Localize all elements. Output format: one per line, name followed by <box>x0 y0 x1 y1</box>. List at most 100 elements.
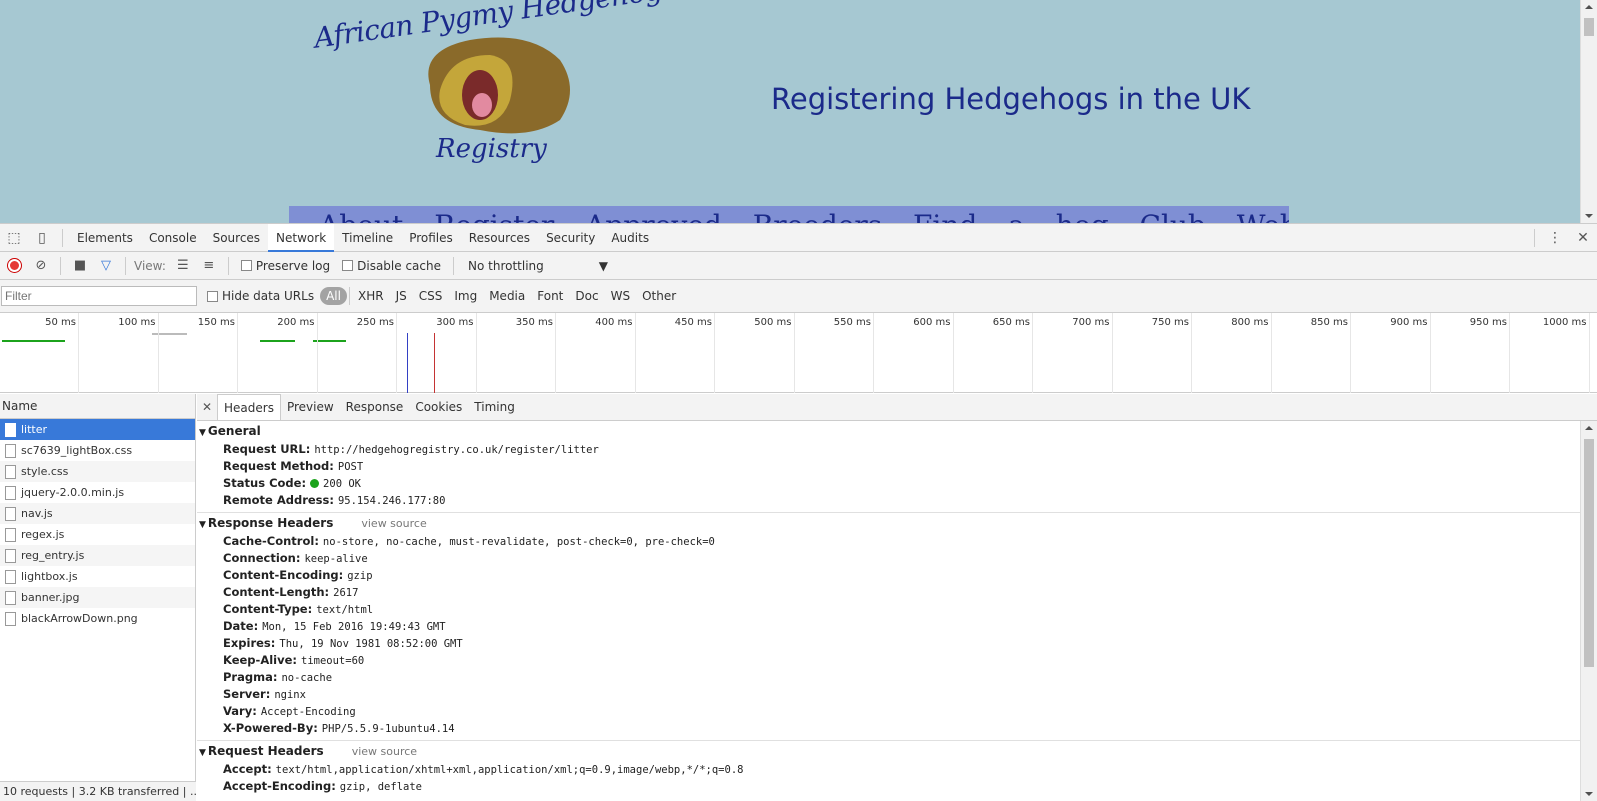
request-row[interactable]: lightbox.js <box>0 566 195 587</box>
throttling-select[interactable]: No throttling ▼ <box>468 259 608 273</box>
scroll-up-icon[interactable] <box>1585 426 1593 430</box>
headers-content: ▼ General Request URL: http://hedgehogregi… <box>197 421 1580 801</box>
filter-type-doc[interactable]: Doc <box>569 289 604 303</box>
detail-tab-cookies[interactable]: Cookies <box>409 394 468 420</box>
inspect-element-icon[interactable]: ⬚ <box>0 224 28 252</box>
scroll-down-icon[interactable] <box>1585 214 1593 218</box>
request-row[interactable]: style.css <box>0 461 195 482</box>
detail-tab-timing[interactable]: Timing <box>468 394 521 420</box>
checkbox-box[interactable] <box>207 290 218 302</box>
hedgehog-logo <box>428 37 570 134</box>
file-icon <box>5 485 16 500</box>
clear-icon[interactable]: ⊘ <box>28 258 54 273</box>
site-nav-bar[interactable]: About Register Approved Breeders Find a … <box>289 206 1289 223</box>
filter-type-ws[interactable]: WS <box>605 289 636 303</box>
scroll-up-icon[interactable] <box>1585 5 1593 9</box>
checkbox-box[interactable] <box>240 260 252 271</box>
request-header-rows: Accept: text/html,application/xhtml+xml,a… <box>197 761 1580 795</box>
preserve-log-checkbox[interactable]: Preserve log <box>240 259 330 273</box>
timeline-tick-label: 850 ms <box>1310 317 1348 328</box>
tab-timeline[interactable]: Timeline <box>334 224 401 252</box>
large-rows-icon[interactable]: ☰ <box>170 258 196 273</box>
request-summary: 10 requests | 3.2 KB transferred | ... <box>0 781 196 801</box>
filter-input[interactable] <box>1 286 197 306</box>
tab-resources[interactable]: Resources <box>461 224 538 252</box>
tab-profiles[interactable]: Profiles <box>401 224 461 252</box>
filter-type-other[interactable]: Other <box>636 289 682 303</box>
header-row: Server: nginx <box>197 686 1580 703</box>
request-row[interactable]: jquery-2.0.0.min.js <box>0 482 195 503</box>
capture-screenshots-icon[interactable]: ■ <box>67 258 93 273</box>
hide-data-urls-checkbox[interactable]: Hide data URLs <box>207 289 314 303</box>
request-row[interactable]: regex.js <box>0 524 195 545</box>
tab-audits[interactable]: Audits <box>603 224 657 252</box>
timeline-tick-label: 950 ms <box>1469 317 1507 328</box>
detail-scrollbar[interactable] <box>1580 421 1597 801</box>
request-row[interactable]: banner.jpg <box>0 587 195 608</box>
divider <box>1534 229 1535 247</box>
header-key: Vary: <box>223 704 257 718</box>
device-mode-icon[interactable]: ▯ <box>28 224 56 252</box>
request-row[interactable]: litter <box>0 419 195 440</box>
disable-cache-label: Disable cache <box>357 258 441 273</box>
detail-tab-preview[interactable]: Preview <box>281 394 340 420</box>
scrollbar-thumb[interactable] <box>1584 18 1594 36</box>
request-rows: litter sc7639_lightBox.css style.css jquery… <box>0 419 195 629</box>
filter-type-js[interactable]: JS <box>390 289 413 303</box>
response-headers-toggle[interactable]: ▼ Response Headers view source <box>197 513 1580 533</box>
request-row[interactable]: sc7639_lightBox.css <box>0 440 195 461</box>
scrollbar-thumb[interactable] <box>1584 439 1594 667</box>
filter-type-media[interactable]: Media <box>483 289 531 303</box>
load-event-marker <box>434 333 435 393</box>
detail-tab-response[interactable]: Response <box>340 394 410 420</box>
header-key: Content-Encoding: <box>223 568 344 582</box>
response-view-source-link[interactable]: view source <box>361 517 426 530</box>
triangle-down-icon: ▼ <box>199 428 206 438</box>
header-value: no-cache <box>281 672 333 684</box>
filter-icon[interactable]: ▽ <box>93 258 119 273</box>
name-column-header[interactable]: Name <box>0 394 195 419</box>
tab-network[interactable]: Network <box>268 223 335 252</box>
close-devtools-icon[interactable]: ✕ <box>1569 224 1597 252</box>
request-name: regex.js <box>21 528 65 541</box>
general-section: ▼ General Request URL: http://hedgehogregi… <box>197 421 1580 513</box>
filter-type-img[interactable]: Img <box>448 289 483 303</box>
network-overview-timeline[interactable]: 50 ms 100 ms 150 ms 200 ms 250 ms 300 ms 350 m… <box>0 313 1597 393</box>
disable-cache-checkbox[interactable]: Disable cache <box>342 259 441 273</box>
header-key: Keep-Alive: <box>223 653 297 667</box>
timeline-gridline <box>1350 313 1351 393</box>
filter-type-css[interactable]: CSS <box>413 289 449 303</box>
detail-tab-headers[interactable]: Headers <box>217 394 281 420</box>
header-value: 2617 <box>333 587 359 599</box>
request-row[interactable]: nav.js <box>0 503 195 524</box>
timeline-gridline <box>1191 313 1192 393</box>
request-name: nav.js <box>21 507 53 520</box>
record-icon[interactable] <box>8 259 21 272</box>
timeline-gridline <box>714 313 715 393</box>
page-scrollbar[interactable] <box>1580 0 1597 223</box>
timeline-bar <box>2 340 65 342</box>
website-viewport: African Pygmy Hedgehog Club Registry Reg… <box>0 0 1597 223</box>
checkbox-box[interactable] <box>342 260 354 271</box>
request-row[interactable]: reg_entry.js <box>0 545 195 566</box>
close-detail-icon[interactable]: ✕ <box>197 400 217 414</box>
tab-console[interactable]: Console <box>141 224 205 252</box>
more-options-icon[interactable]: ⋮ <box>1541 224 1569 252</box>
scroll-down-icon[interactable] <box>1585 792 1593 796</box>
header-value: gzip <box>347 570 373 582</box>
tab-elements[interactable]: Elements <box>69 224 141 252</box>
timeline-gridline <box>78 313 79 393</box>
file-icon <box>5 590 16 605</box>
filter-type-all[interactable]: All <box>320 287 347 305</box>
filter-type-font[interactable]: Font <box>531 289 569 303</box>
overview-icon[interactable]: ≡ <box>196 258 222 273</box>
filter-type-xhr[interactable]: XHR <box>352 289 390 303</box>
request-view-source-link[interactable]: view source <box>352 745 417 758</box>
general-section-toggle[interactable]: ▼ General <box>197 421 1580 441</box>
timeline-tick-label: 450 ms <box>674 317 712 328</box>
file-icon <box>5 569 16 584</box>
request-row[interactable]: blackArrowDown.png <box>0 608 195 629</box>
request-headers-toggle[interactable]: ▼ Request Headers view source <box>197 741 1580 761</box>
tab-security[interactable]: Security <box>538 224 603 252</box>
tab-sources[interactable]: Sources <box>205 224 268 252</box>
